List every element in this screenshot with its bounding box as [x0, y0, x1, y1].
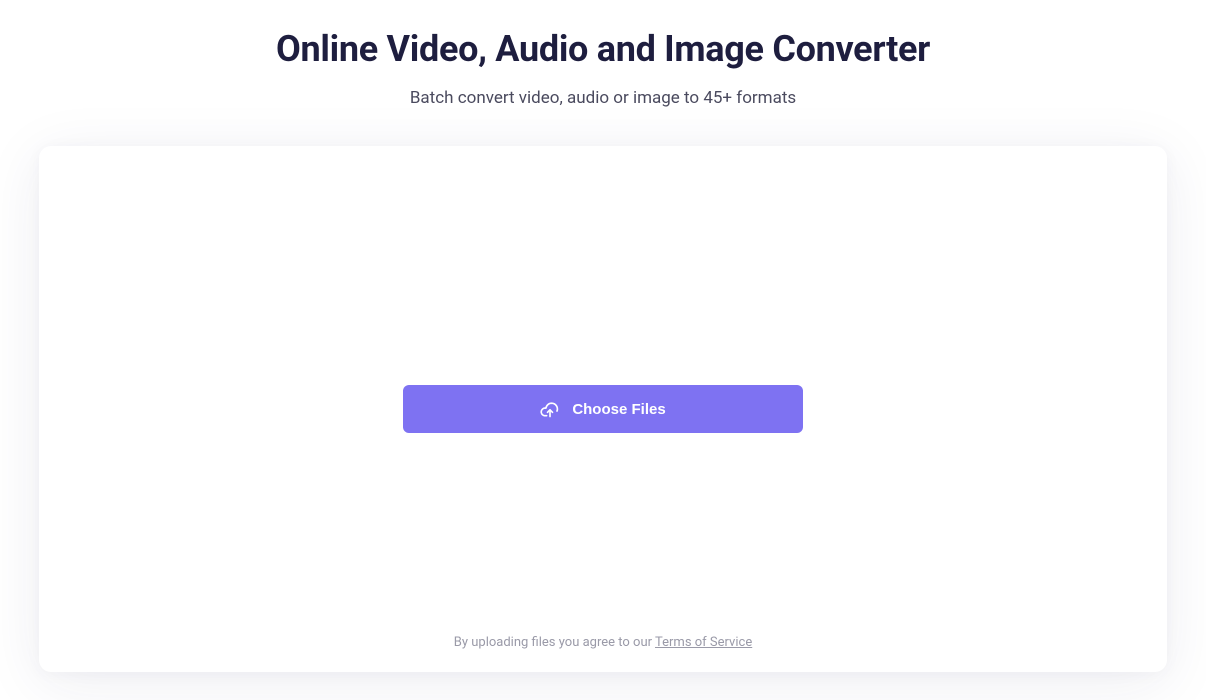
choose-files-label: Choose Files — [572, 401, 665, 418]
upload-card: Choose Files By uploading files you agre… — [39, 146, 1167, 672]
choose-files-button[interactable]: Choose Files — [403, 385, 803, 433]
page-container: Online Video, Audio and Image Converter … — [0, 0, 1206, 700]
page-subtitle: Batch convert video, audio or image to 4… — [410, 88, 796, 108]
terms-agreement-text: By uploading files you agree to our Term… — [454, 635, 752, 650]
terms-prefix: By uploading files you agree to our — [454, 635, 655, 650]
terms-of-service-link[interactable]: Terms of Service — [655, 635, 752, 650]
cloud-upload-icon — [540, 399, 560, 419]
page-title: Online Video, Audio and Image Converter — [276, 28, 930, 70]
